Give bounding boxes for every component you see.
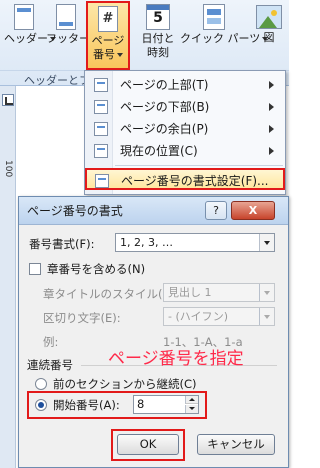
chapter-style-label: 章タイトルのスタイル(P): (43, 287, 178, 301)
separator-select[interactable]: - (ハイフン) (163, 307, 275, 326)
close-button[interactable]: X (231, 201, 275, 220)
calendar-icon: 5 (146, 4, 170, 30)
cancel-button[interactable]: キャンセル (197, 434, 275, 455)
footer-button[interactable]: フッター (46, 2, 98, 66)
continue-previous-label: 前のセクションから継続(C) (53, 377, 197, 391)
header-icon (14, 4, 34, 30)
continue-previous-radio[interactable] (35, 378, 47, 390)
submenu-arrow-icon (269, 125, 274, 133)
page-margin-icon (94, 122, 108, 136)
include-chapter-checkbox[interactable] (29, 263, 41, 275)
format-page-number-icon (95, 174, 109, 188)
menu-item-format-page-numbers[interactable]: ページ番号の書式設定(F)... (85, 168, 285, 190)
menu-item-top-of-page[interactable]: ページの上部(T) (86, 74, 284, 96)
menu-separator (115, 165, 283, 166)
chevron-down-icon (259, 234, 274, 251)
date-time-button[interactable]: 5 日付と 時刻 (136, 2, 180, 66)
picture-icon (256, 5, 282, 29)
ribbon-group-label: ヘッダーとフ (24, 74, 90, 87)
number-format-label: 番号書式(F): (29, 237, 95, 251)
tab-selector-icon[interactable] (2, 94, 14, 106)
stepper-down-icon[interactable] (185, 405, 198, 413)
page-number-icon: # (98, 6, 118, 32)
annotation-text: ページ番号を指定 (108, 349, 244, 369)
dialog-title: ページ番号の書式 (27, 204, 123, 218)
page-top-icon (94, 78, 108, 92)
picture-button[interactable]: 図 (252, 2, 286, 66)
menu-item-page-margins[interactable]: ページの余白(P) (86, 118, 284, 140)
submenu-arrow-icon (269, 147, 274, 155)
start-at-stepper[interactable]: 8 (133, 395, 199, 414)
vertical-ruler (0, 86, 16, 468)
quick-parts-icon (203, 4, 225, 30)
start-at-radio[interactable] (35, 399, 47, 411)
footer-icon (56, 4, 76, 30)
separator-label: 区切り文字(E): (43, 311, 121, 325)
chevron-down-icon (259, 284, 274, 301)
page-number-menu: ページの上部(T) ページの下部(B) ページの余白(P) 現在の位置(C) ペ… (84, 70, 286, 195)
help-button[interactable]: ? (205, 201, 227, 220)
page-bottom-icon (94, 100, 108, 114)
chevron-down-icon (259, 308, 274, 325)
start-at-label: 開始番号(A): (53, 398, 120, 412)
current-position-icon (94, 144, 108, 158)
page-number-format-dialog: ページ番号の書式 ? X 番号書式(F): 1, 2, 3, … 章番号を含める… (18, 196, 289, 468)
stepper-up-icon[interactable] (185, 396, 198, 404)
numbering-group-label: 連続番号 (27, 358, 73, 372)
header-button[interactable]: ヘッダー (4, 2, 56, 66)
number-format-select[interactable]: 1, 2, 3, … (115, 233, 275, 252)
page-number-button[interactable]: # ページ 番号 (86, 1, 130, 70)
menu-item-current-position[interactable]: 現在の位置(C) (86, 140, 284, 162)
quick-parts-button[interactable]: クイック パーツ (180, 2, 269, 66)
submenu-arrow-icon (269, 103, 274, 111)
example-label: 例: (43, 335, 59, 349)
ruler-number: 100 (3, 160, 13, 178)
submenu-arrow-icon (269, 81, 274, 89)
include-chapter-label: 章番号を含める(N) (47, 262, 146, 276)
menu-item-bottom-of-page[interactable]: ページの下部(B) (86, 96, 284, 118)
ok-button[interactable]: OK (117, 434, 179, 455)
chapter-style-select[interactable]: 見出し 1 (163, 283, 275, 302)
